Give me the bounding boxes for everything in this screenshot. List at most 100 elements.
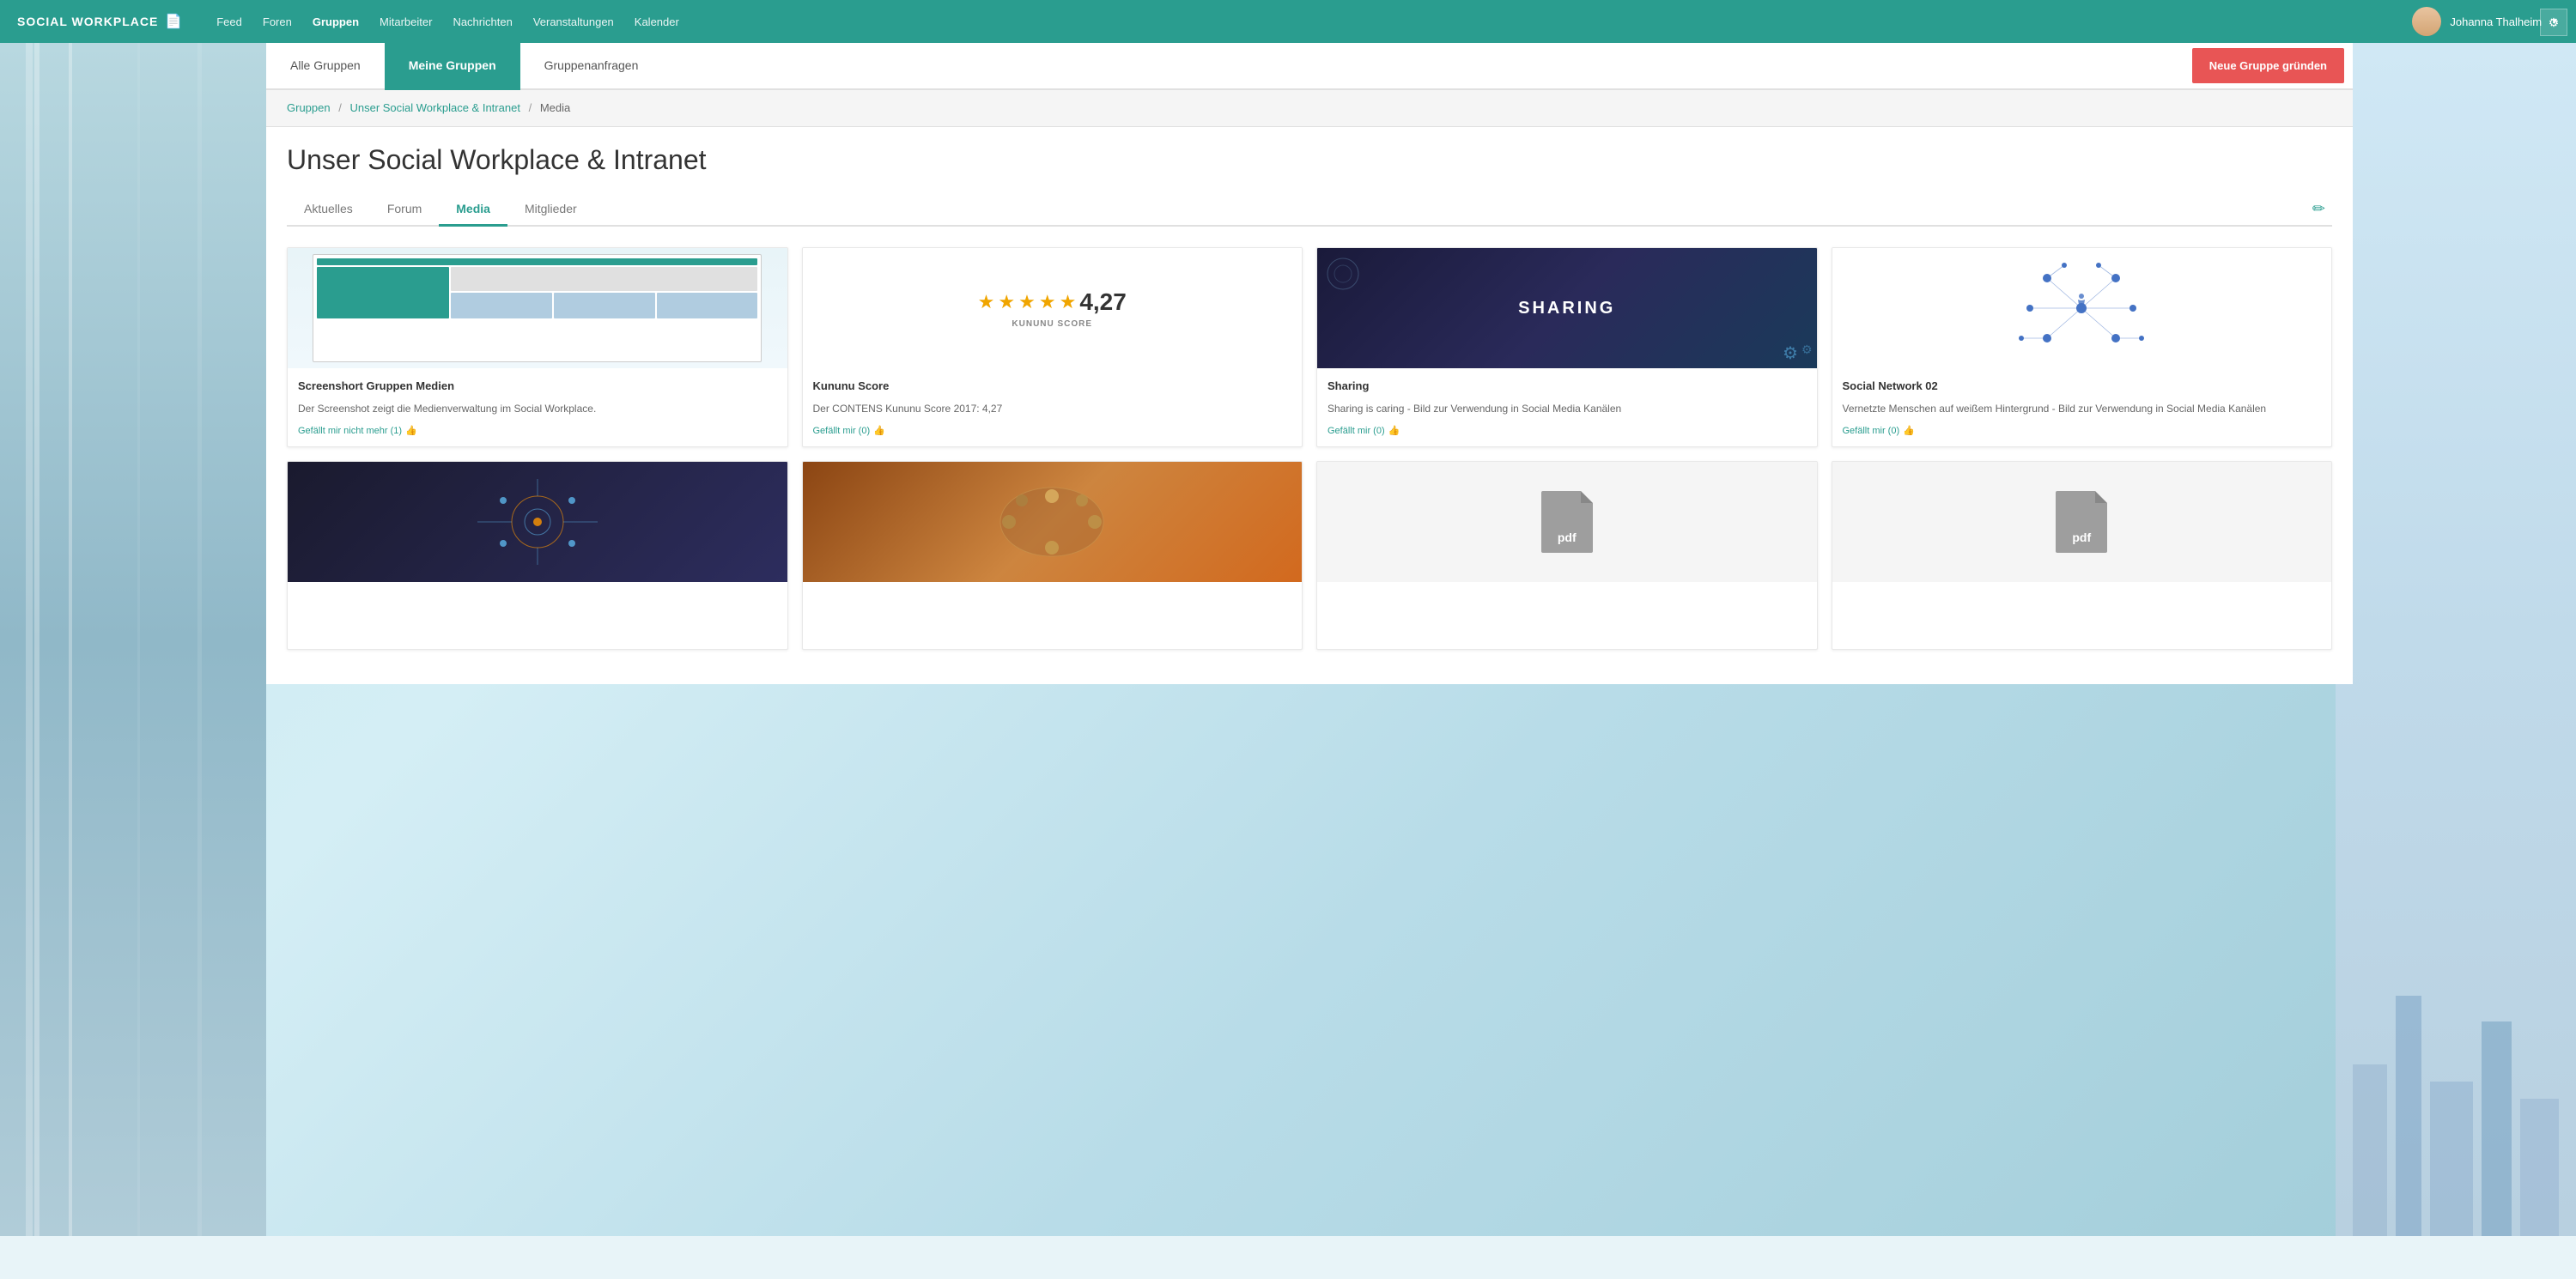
brand-text: Social Workplace	[17, 15, 158, 28]
card-desc-pdf2	[1843, 615, 2322, 630]
card-image-kununu: ★ ★ ★ ★ ★ 4,27 KUNUNU SCORE	[803, 248, 1303, 368]
gear-button[interactable]: ⚙	[2540, 9, 2567, 36]
neue-gruppe-button[interactable]: Neue Gruppe gründen	[2192, 48, 2344, 83]
sub-tab-mitglieder[interactable]: Mitglieder	[507, 193, 594, 227]
nav-gruppen[interactable]: Gruppen	[313, 15, 359, 28]
tab-alle-gruppen[interactable]: Alle Gruppen	[266, 43, 385, 90]
main-content: Alle Gruppen Meine Gruppen Gruppenanfrag…	[266, 43, 2353, 684]
pdf-icon-2: pdf	[2056, 491, 2107, 553]
media-card-sharing[interactable]: SHARING ⚙ ⚙ Sharing Sharing is caring	[1316, 247, 1818, 447]
card-image-screenshot	[288, 248, 787, 368]
media-card-pdf2[interactable]: pdf	[1832, 461, 2333, 650]
sub-tab-aktuelles[interactable]: Aktuelles	[287, 193, 370, 227]
brand-icon: 📄	[165, 13, 182, 30]
group-tabs: Alle Gruppen Meine Gruppen Gruppenanfrag…	[266, 43, 2353, 90]
media-grid-row2: pdf pdf	[287, 461, 2332, 650]
card-body-network: Social Network 02 Vernetzte Menschen auf…	[1832, 368, 2332, 446]
card-body-screenshot: Screenshort Gruppen Medien Der Screensho…	[288, 368, 787, 446]
media-card-dark-tech[interactable]	[287, 461, 788, 650]
nav-foren[interactable]: Foren	[263, 15, 292, 28]
sub-tabs: Aktuelles Forum Media Mitglieder ✏	[287, 193, 2332, 227]
breadcrumb: Gruppen / Unser Social Workplace & Intra…	[266, 90, 2353, 127]
card-title-screenshot: Screenshort Gruppen Medien	[298, 379, 777, 394]
card-title-pdf1	[1327, 592, 1807, 608]
team-svg	[983, 479, 1121, 565]
tab-gruppenanfragen[interactable]: Gruppenanfragen	[520, 43, 663, 90]
gear-deco-1: ⚙	[1783, 342, 1798, 364]
thumbs-up-icon-3: 👍	[1388, 425, 1400, 436]
media-card-kununu[interactable]: ★ ★ ★ ★ ★ 4,27 KUNUNU SCORE Kununu Score…	[802, 247, 1303, 447]
user-name: Johanna Thalheim	[2450, 15, 2542, 28]
card-title-sharing: Sharing	[1327, 379, 1807, 394]
card-body-team	[803, 582, 1303, 649]
network-svg	[2004, 252, 2159, 364]
avatar	[2412, 7, 2441, 36]
card-image-network	[1832, 248, 2332, 368]
gear-deco-2: ⚙	[1801, 342, 1813, 364]
sharing-circle-deco	[1326, 257, 1360, 291]
gear-icon: ⚙	[2549, 15, 2560, 30]
star-3: ★	[1018, 291, 1036, 313]
card-image-dark-tech	[288, 462, 787, 582]
edit-media-button[interactable]: ✏	[2306, 193, 2332, 225]
thumbs-up-icon-4: 👍	[1903, 425, 1915, 436]
star-1: ★	[978, 291, 995, 313]
user-menu[interactable]: Johanna Thalheim ▼	[2412, 7, 2559, 36]
pdf-label-2: pdf	[2072, 530, 2091, 544]
card-body-pdf2	[1832, 582, 2332, 649]
card-desc-pdf1	[1327, 615, 1807, 630]
sharing-text: SHARING	[1518, 299, 1615, 318]
nav-mitarbeiter[interactable]: Mitarbeiter	[380, 15, 432, 28]
media-card-pdf1[interactable]: pdf	[1316, 461, 1818, 650]
card-body-sharing: Sharing Sharing is caring - Bild zur Ver…	[1317, 368, 1817, 446]
kununu-label: KUNUNU SCORE	[1012, 319, 1092, 329]
card-desc-screenshot: Der Screenshot zeigt die Medienverwaltun…	[298, 401, 777, 416]
card-desc-dark-tech	[298, 615, 777, 630]
group-title: Unser Social Workplace & Intranet	[287, 144, 2332, 176]
card-title-team	[813, 592, 1292, 608]
card-image-pdf2: pdf	[1832, 462, 2332, 582]
breadcrumb-current: Media	[540, 101, 570, 114]
kununu-stars: ★ ★ ★ ★ ★ 4,27	[978, 288, 1127, 316]
nav-links: Feed Foren Gruppen Mitarbeiter Nachricht…	[216, 15, 2412, 28]
card-image-sharing: SHARING ⚙ ⚙	[1317, 248, 1817, 368]
nav-feed[interactable]: Feed	[216, 15, 242, 28]
card-footer-network[interactable]: Gefällt mir (0) 👍	[1843, 425, 2322, 436]
page-body: Gruppen / Unser Social Workplace & Intra…	[266, 90, 2353, 684]
card-title-network: Social Network 02	[1843, 379, 2322, 394]
card-title-dark-tech	[298, 592, 777, 608]
thumbs-up-icon: 👍	[405, 425, 417, 436]
nav-kalender[interactable]: Kalender	[635, 15, 679, 28]
background-right	[2336, 43, 2576, 1236]
card-footer-screenshot[interactable]: Gefällt mir nicht mehr (1) 👍	[298, 425, 777, 436]
media-card-team[interactable]	[802, 461, 1303, 650]
sub-tab-media[interactable]: Media	[439, 193, 507, 227]
nav-nachrichten[interactable]: Nachrichten	[453, 15, 512, 28]
breadcrumb-gruppen[interactable]: Gruppen	[287, 101, 331, 114]
card-desc-sharing: Sharing is caring - Bild zur Verwendung …	[1327, 401, 1807, 416]
sub-tab-forum[interactable]: Forum	[370, 193, 439, 227]
tech-svg	[469, 479, 606, 565]
pdf-label-1: pdf	[1558, 530, 1577, 544]
navbar: Social Workplace 📄 Feed Foren Gruppen Mi…	[0, 0, 2576, 43]
pdf-icon-1: pdf	[1541, 491, 1593, 553]
media-card-screenshot[interactable]: Screenshort Gruppen Medien Der Screensho…	[287, 247, 788, 447]
kununu-score-number: 4,27	[1079, 288, 1127, 316]
card-footer-kununu[interactable]: Gefällt mir (0) 👍	[813, 425, 1292, 436]
star-half: ★	[1060, 291, 1077, 313]
tab-meine-gruppen[interactable]: Meine Gruppen	[385, 43, 520, 90]
card-desc-network: Vernetzte Menschen auf weißem Hintergrun…	[1843, 401, 2322, 416]
card-desc-kununu: Der CONTENS Kununu Score 2017: 4,27	[813, 401, 1292, 416]
brand[interactable]: Social Workplace 📄	[17, 13, 182, 30]
card-desc-team	[813, 615, 1292, 630]
nav-veranstaltungen[interactable]: Veranstaltungen	[533, 15, 614, 28]
media-card-network[interactable]: Social Network 02 Vernetzte Menschen auf…	[1832, 247, 2333, 447]
thumbs-up-icon-2: 👍	[873, 425, 885, 436]
card-image-team	[803, 462, 1303, 582]
card-title-kununu: Kununu Score	[813, 379, 1292, 394]
edit-icon: ✏	[2312, 200, 2325, 217]
card-footer-sharing[interactable]: Gefällt mir (0) 👍	[1327, 425, 1807, 436]
card-body-dark-tech	[288, 582, 787, 649]
media-grid: Screenshort Gruppen Medien Der Screensho…	[287, 247, 2332, 447]
breadcrumb-group-name[interactable]: Unser Social Workplace & Intranet	[349, 101, 519, 114]
